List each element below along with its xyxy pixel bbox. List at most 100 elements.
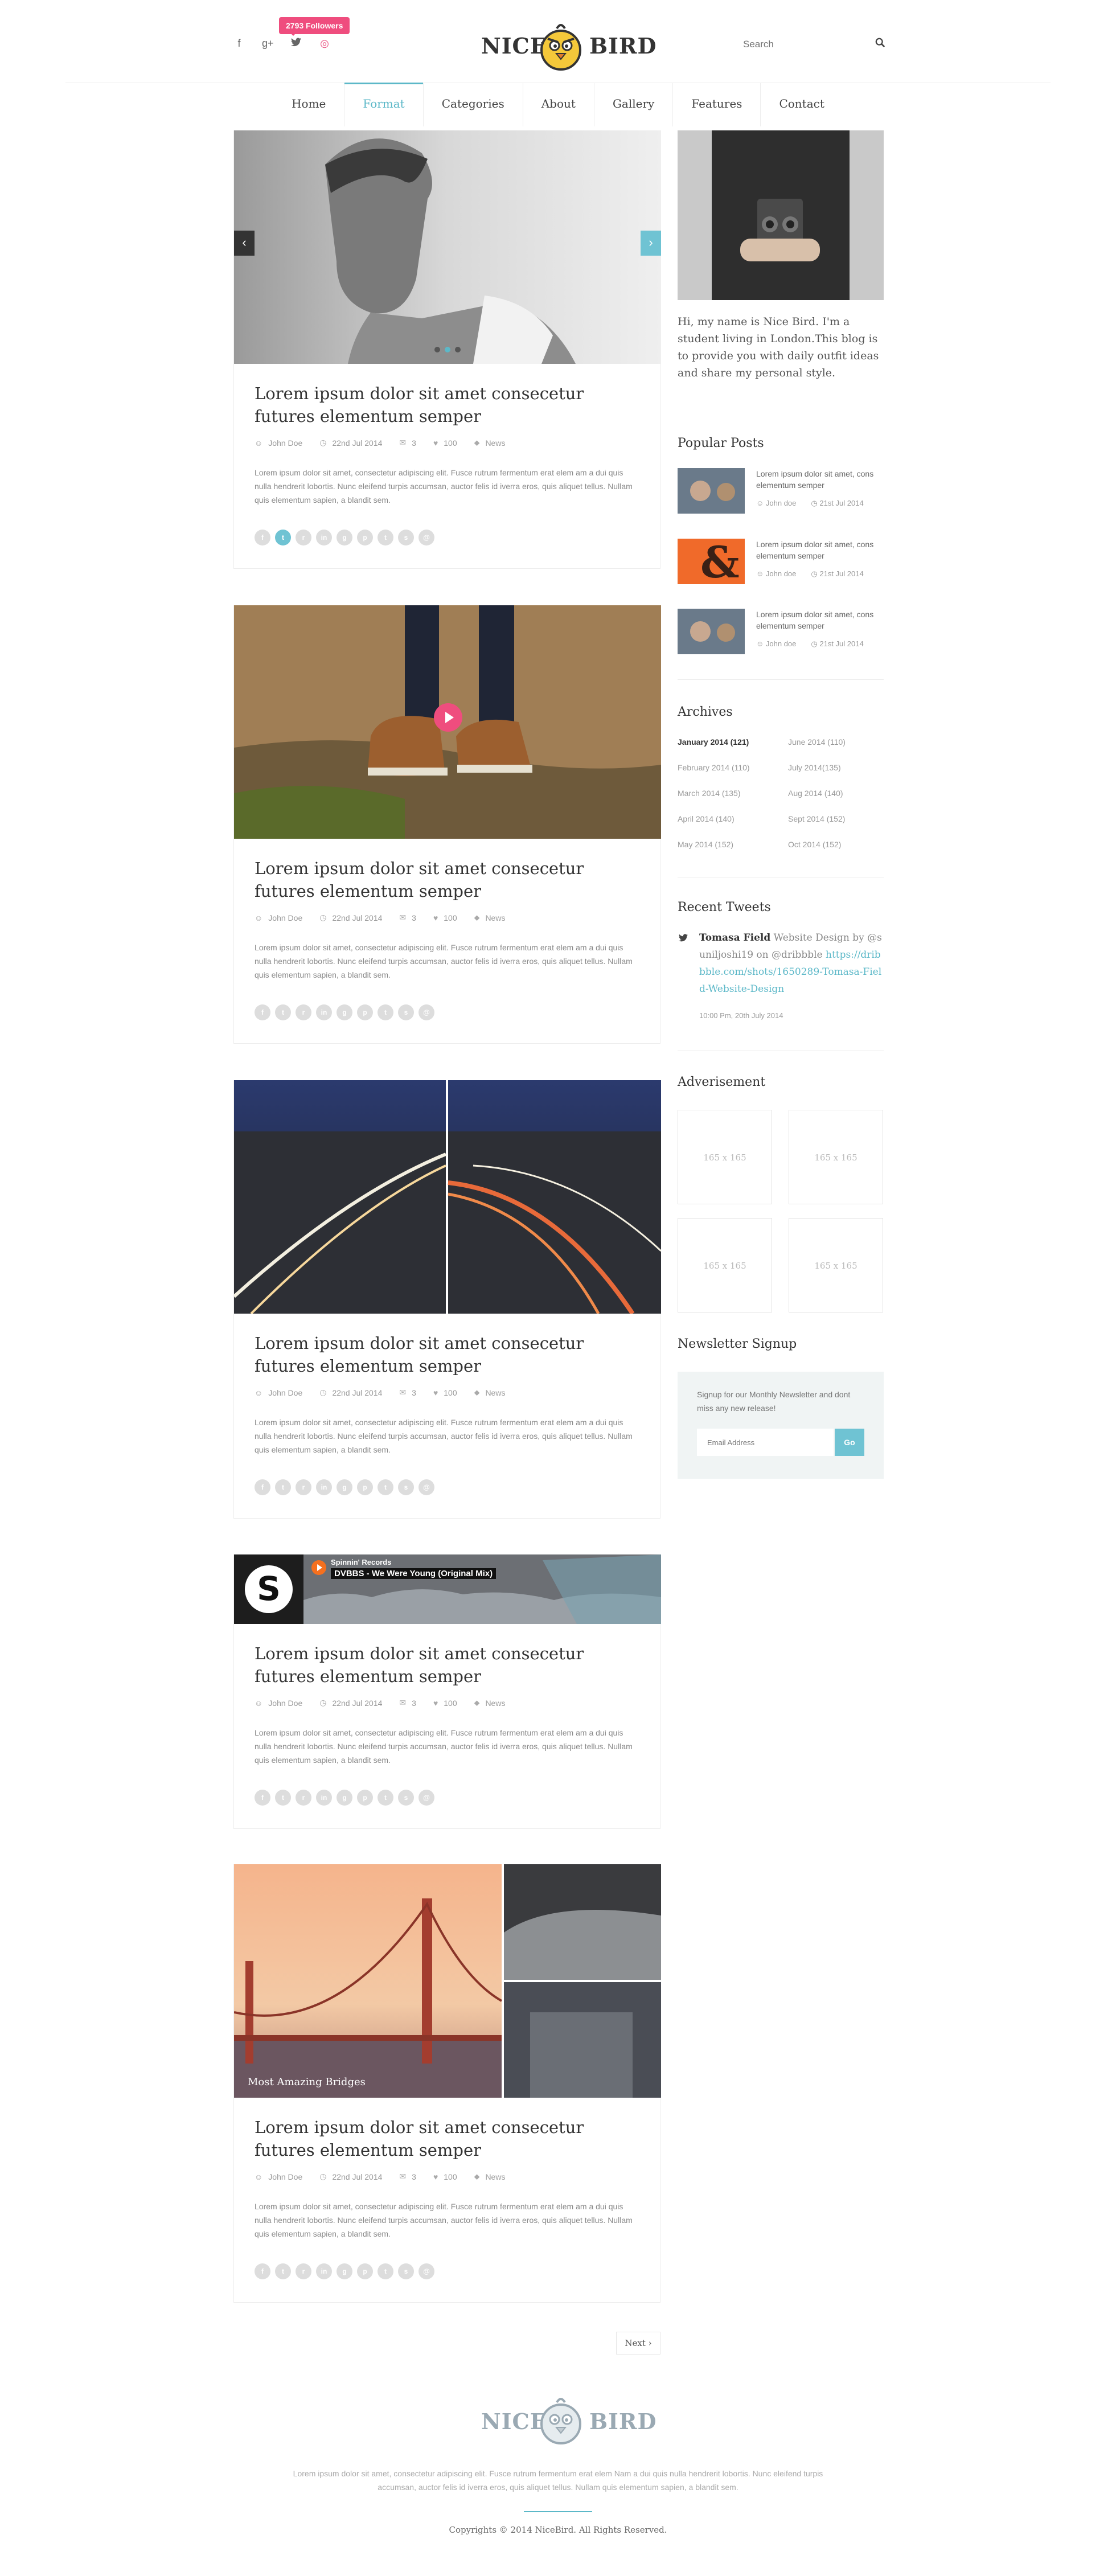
nav-gallery[interactable]: Gallery xyxy=(594,83,674,126)
stumble-share-icon[interactable]: s xyxy=(398,2263,414,2279)
slider-dot[interactable] xyxy=(434,347,440,352)
nav-features[interactable]: Features xyxy=(673,83,761,126)
pinterest-share-icon[interactable]: p xyxy=(357,1004,373,1020)
ad-slot[interactable]: 165 x 165 xyxy=(678,1110,772,1204)
tumblr-share-icon[interactable]: t xyxy=(378,1790,393,1806)
pinterest-share-icon[interactable]: p xyxy=(357,530,373,545)
google-share-icon[interactable]: g xyxy=(337,2263,352,2279)
next-page-button[interactable]: Next › xyxy=(616,2332,660,2355)
post-comments[interactable]: 3 xyxy=(412,1699,416,1708)
twitter-share-icon[interactable]: t xyxy=(275,1004,291,1020)
tumblr-share-icon[interactable]: t xyxy=(378,530,393,545)
play-audio-button[interactable] xyxy=(311,1560,326,1575)
email-share-icon[interactable]: @ xyxy=(419,1004,434,1020)
tumblr-share-icon[interactable]: t xyxy=(378,2263,393,2279)
post-title[interactable]: Lorem ipsum dolor sit amet consecetur fu… xyxy=(255,2116,639,2161)
post-likes[interactable]: 100 xyxy=(444,913,457,922)
post-category[interactable]: News xyxy=(485,2172,505,2181)
google-share-icon[interactable]: g xyxy=(337,1479,352,1495)
email-field[interactable] xyxy=(697,1429,834,1456)
google-share-icon[interactable]: g xyxy=(337,530,352,545)
nav-about[interactable]: About xyxy=(523,83,594,126)
linkedin-share-icon[interactable]: in xyxy=(316,1004,332,1020)
facebook-share-icon[interactable]: f xyxy=(255,1790,270,1806)
linkedin-share-icon[interactable]: in xyxy=(316,530,332,545)
post-category[interactable]: News xyxy=(485,1388,505,1397)
post-likes[interactable]: 100 xyxy=(444,1388,457,1397)
popular-post-title[interactable]: Lorem ipsum dolor sit amet, cons element… xyxy=(756,468,883,491)
post-category[interactable]: News xyxy=(485,1699,505,1708)
rss-share-icon[interactable]: r xyxy=(296,2263,311,2279)
archive-link[interactable]: January 2014 (121) xyxy=(678,737,749,746)
twitter-icon[interactable] xyxy=(290,38,302,50)
twitter-share-icon[interactable]: t xyxy=(275,1479,291,1495)
rss-share-icon[interactable]: r xyxy=(296,1790,311,1806)
dribbble-icon[interactable]: ◎ xyxy=(319,38,330,50)
footer-logo[interactable]: NICE BIRD xyxy=(481,2389,656,2446)
archive-link[interactable]: Aug 2014 (140) xyxy=(788,789,843,798)
twitter-share-icon[interactable]: t xyxy=(275,1790,291,1806)
tumblr-share-icon[interactable]: t xyxy=(378,1479,393,1495)
rss-share-icon[interactable]: r xyxy=(296,1479,311,1495)
ad-slot[interactable]: 165 x 165 xyxy=(789,1218,883,1312)
google-share-icon[interactable]: g xyxy=(337,1004,352,1020)
archive-link[interactable]: Oct 2014 (152) xyxy=(788,840,841,849)
archive-link[interactable]: June 2014 (110) xyxy=(788,737,846,746)
google-plus-icon[interactable]: g+ xyxy=(262,38,274,50)
post-author[interactable]: John Doe xyxy=(268,1699,302,1708)
tweet-author[interactable]: Tomasa Field xyxy=(699,932,770,944)
popular-post-item[interactable]: Lorem ipsum dolor sit amet, cons element… xyxy=(678,609,884,660)
post-likes[interactable]: 100 xyxy=(444,438,457,448)
linkedin-share-icon[interactable]: in xyxy=(316,2263,332,2279)
ad-slot[interactable]: 165 x 165 xyxy=(678,1218,772,1312)
rss-share-icon[interactable]: r xyxy=(296,1004,311,1020)
linkedin-share-icon[interactable]: in xyxy=(316,1479,332,1495)
slider-prev-button[interactable]: ‹ xyxy=(234,231,255,256)
stumble-share-icon[interactable]: s xyxy=(398,1004,414,1020)
archive-link[interactable]: February 2014 (110) xyxy=(678,763,750,772)
email-share-icon[interactable]: @ xyxy=(419,530,434,545)
archive-link[interactable]: Sept 2014 (152) xyxy=(788,814,845,823)
post-title[interactable]: Lorem ipsum dolor sit amet consecetur fu… xyxy=(255,857,639,903)
twitter-share-icon[interactable]: t xyxy=(275,2263,291,2279)
email-share-icon[interactable]: @ xyxy=(419,1790,434,1806)
stumble-share-icon[interactable]: s xyxy=(398,530,414,545)
post-category[interactable]: News xyxy=(485,913,505,922)
post-likes[interactable]: 100 xyxy=(444,2172,457,2181)
post-title[interactable]: Lorem ipsum dolor sit amet consecetur fu… xyxy=(255,1332,639,1377)
post-comments[interactable]: 3 xyxy=(412,2172,416,2181)
nav-home[interactable]: Home xyxy=(273,83,345,126)
play-button[interactable] xyxy=(434,703,462,732)
audio-track-title[interactable]: DVBBS - We Were Young (Original Mix) xyxy=(331,1568,497,1579)
facebook-icon[interactable]: f xyxy=(233,38,245,50)
popular-post-item[interactable]: Lorem ipsum dolor sit amet, cons element… xyxy=(678,468,884,519)
archive-link[interactable]: July 2014(135) xyxy=(788,763,841,772)
post-title[interactable]: Lorem ipsum dolor sit amet consecetur fu… xyxy=(255,1642,639,1688)
popular-post-title[interactable]: Lorem ipsum dolor sit amet, cons element… xyxy=(756,539,883,561)
post-comments[interactable]: 3 xyxy=(412,913,416,922)
post-author[interactable]: John Doe xyxy=(268,1388,302,1397)
nav-contact[interactable]: Contact xyxy=(761,83,842,126)
post-author[interactable]: John Doe xyxy=(268,438,302,448)
email-share-icon[interactable]: @ xyxy=(419,1479,434,1495)
slider-dot-active[interactable] xyxy=(445,347,450,352)
audio-label[interactable]: Spinnin' Records xyxy=(331,1558,391,1566)
post-author[interactable]: John Doe xyxy=(268,913,302,922)
pinterest-share-icon[interactable]: p xyxy=(357,2263,373,2279)
slider-next-button[interactable]: › xyxy=(641,231,661,256)
facebook-share-icon[interactable]: f xyxy=(255,530,270,545)
site-logo[interactable]: NICE BIRD xyxy=(481,15,656,72)
search-icon[interactable] xyxy=(875,38,885,51)
ad-slot[interactable]: 165 x 165 xyxy=(789,1110,883,1204)
post-likes[interactable]: 100 xyxy=(444,1699,457,1708)
post-title[interactable]: Lorem ipsum dolor sit amet consecetur fu… xyxy=(255,382,639,428)
pinterest-share-icon[interactable]: p xyxy=(357,1479,373,1495)
archive-link[interactable]: April 2014 (140) xyxy=(678,814,735,823)
popular-post-item[interactable]: & Lorem ipsum dolor sit amet, cons eleme… xyxy=(678,539,884,590)
archive-link[interactable]: March 2014 (135) xyxy=(678,789,741,798)
newsletter-go-button[interactable]: Go xyxy=(835,1429,864,1456)
tumblr-share-icon[interactable]: t xyxy=(378,1004,393,1020)
post-category[interactable]: News xyxy=(485,438,505,448)
search-input[interactable] xyxy=(743,34,863,55)
rss-share-icon[interactable]: r xyxy=(296,530,311,545)
